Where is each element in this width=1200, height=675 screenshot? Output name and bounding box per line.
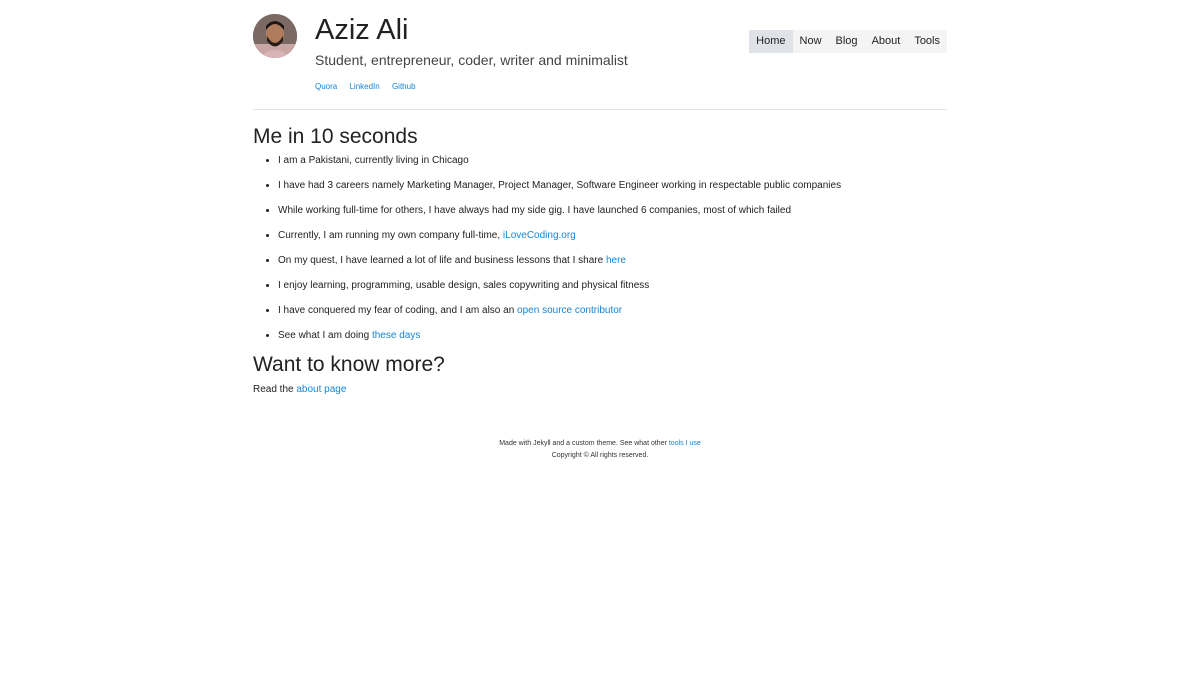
site-header: Aziz Ali Student, entrepreneur, coder, w… xyxy=(253,14,947,109)
site-footer: Made with Jekyll and a custom theme. See… xyxy=(253,438,947,462)
main-content: Me in 10 seconds I am a Pakistani, curre… xyxy=(253,124,947,396)
fact-text: Currently, I am running my own company f… xyxy=(278,230,503,241)
fact-text: On my quest, I have learned a lot of lif… xyxy=(278,255,606,266)
footer-text: Made with Jekyll and a custom theme. See… xyxy=(499,440,669,447)
lessons-here-link[interactable]: here xyxy=(606,255,626,266)
fact-text: I enjoy learning, programming, usable de… xyxy=(278,280,650,291)
more-paragraph: Read the about page xyxy=(253,383,947,396)
open-source-link[interactable]: open source contributor xyxy=(517,305,622,316)
fact-text: I have conquered my fear of coding, and … xyxy=(278,305,518,316)
page: Aziz Ali Student, entrepreneur, coder, w… xyxy=(253,0,947,462)
tools-i-use-link[interactable]: tools I use xyxy=(669,440,701,447)
intro-heading: Me in 10 seconds xyxy=(253,125,418,148)
list-item: I enjoy learning, programming, usable de… xyxy=(278,279,947,292)
nav-home[interactable]: Home xyxy=(749,30,793,53)
site-title[interactable]: Aziz Ali xyxy=(315,13,408,47)
nav-about[interactable]: About xyxy=(865,30,908,53)
list-item: On my quest, I have learned a lot of lif… xyxy=(278,254,947,267)
list-item: See what I am doing these days xyxy=(278,329,947,342)
main-nav: Home Now Blog About Tools xyxy=(749,30,947,53)
fact-text: I am a Pakistani, currently living in Ch… xyxy=(278,155,469,166)
ilovecoding-link[interactable]: iLoveCoding.org xyxy=(503,230,576,241)
quora-link[interactable]: Quora xyxy=(315,82,337,91)
avatar-photo-icon xyxy=(253,14,297,58)
social-links: Quora LinkedIn Github xyxy=(315,82,426,92)
github-link[interactable]: Github xyxy=(392,82,416,91)
list-item: I have had 3 careers namely Marketing Ma… xyxy=(278,179,947,192)
list-item: While working full-time for others, I ha… xyxy=(278,204,947,217)
site-tagline: Student, entrepreneur, coder, writer and… xyxy=(315,52,628,68)
avatar[interactable] xyxy=(253,14,297,58)
linkedin-link[interactable]: LinkedIn xyxy=(349,82,379,91)
about-page-link[interactable]: about page xyxy=(296,384,346,395)
nav-blog[interactable]: Blog xyxy=(829,30,865,53)
fact-text: While working full-time for others, I ha… xyxy=(278,205,792,216)
more-heading: Want to know more? xyxy=(253,353,445,376)
header-divider xyxy=(253,109,947,110)
nav-tools[interactable]: Tools xyxy=(907,30,947,53)
nav-now[interactable]: Now xyxy=(793,30,829,53)
facts-list: I am a Pakistani, currently living in Ch… xyxy=(253,154,947,342)
footer-copyright: Copyright © All rights reserved. xyxy=(551,452,649,459)
these-days-link[interactable]: these days xyxy=(372,330,420,341)
fact-text: See what I am doing xyxy=(278,330,372,341)
list-item: I have conquered my fear of coding, and … xyxy=(278,304,947,317)
footer-made-with: Made with Jekyll and a custom theme. See… xyxy=(253,438,947,450)
list-item: Currently, I am running my own company f… xyxy=(278,229,947,242)
fact-text: I have had 3 careers namely Marketing Ma… xyxy=(278,180,842,191)
list-item: I am a Pakistani, currently living in Ch… xyxy=(278,154,947,167)
more-text: Read the xyxy=(253,384,297,395)
